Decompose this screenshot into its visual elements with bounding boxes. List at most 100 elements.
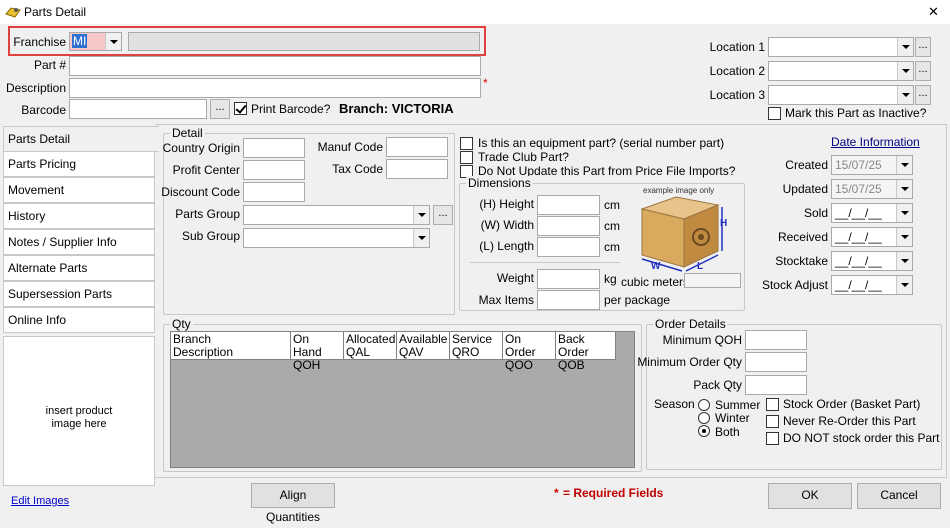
season-winter-label: Winter [715,411,750,425]
location3-browse-button[interactable]: ... [915,85,931,105]
col-available[interactable]: Available QAV [397,332,450,360]
barcode-browse-button[interactable]: ... [210,99,230,119]
nav-online-info[interactable]: Online Info [3,307,155,333]
franchise-select[interactable]: MI [69,32,122,51]
length-label: (L) Length [479,239,534,253]
stock-order-checkbox[interactable] [766,398,779,411]
manuf-code-label: Manuf Code [317,140,383,154]
franchise-label: Franchise [13,35,66,49]
location3-select[interactable] [768,85,914,105]
dimensions-separator [470,262,620,263]
nav-parts-pricing[interactable]: Parts Pricing [3,151,155,177]
nav-movement[interactable]: Movement [3,177,155,203]
close-icon[interactable]: ✕ [928,4,939,20]
required-fields-note: = Required Fields [563,486,664,500]
cancel-button[interactable]: Cancel [857,483,941,509]
height-input[interactable] [537,195,600,215]
nav-alternate-parts[interactable]: Alternate Parts [3,255,155,281]
product-image-area[interactable]: insert product image here [3,336,155,486]
weight-input[interactable] [537,269,600,289]
location1-browse-button[interactable]: ... [915,37,931,57]
barcode-label: Barcode [21,103,66,117]
sold-label: Sold [803,206,828,220]
print-barcode-checkbox[interactable] [234,102,247,115]
nav-supersession-parts[interactable]: Supersession Parts [3,281,155,307]
do-not-stock-label: DO NOT stock order this Part [783,431,940,445]
discount-code-label: Discount Code [161,185,240,199]
width-unit: cm [604,219,620,233]
tax-code-input[interactable] [386,159,448,179]
pack-qty-label: Pack Qty [693,378,742,392]
col-allocated[interactable]: Allocated QAL [344,332,397,360]
length-input[interactable] [537,237,600,257]
ok-button[interactable]: OK [768,483,852,509]
country-origin-input[interactable] [243,138,305,158]
cubic-meters-field [684,273,741,288]
qty-grid[interactable]: Branch Description On Hand QOH Allocated QA… [170,331,635,468]
location1-label: Location 1 [709,40,765,54]
nav-history[interactable]: History [3,203,155,229]
width-input[interactable] [537,216,600,236]
location1-select[interactable] [768,37,914,57]
season-both-radio[interactable] [698,425,710,437]
country-origin-label: Country Origin [162,141,240,155]
col-back-order[interactable]: Back Order QOB [556,332,616,372]
never-reorder-checkbox[interactable] [766,415,779,428]
parts-group-select[interactable] [243,205,430,225]
received-date[interactable]: __/__/__ [831,227,913,247]
min-order-qty-label: Minimum Order Qty [637,355,742,369]
equipment-checkbox[interactable] [460,137,473,150]
parts-group-browse-button[interactable]: ... [433,205,453,225]
edit-images-link[interactable]: Edit Images [11,495,69,507]
nav-parts-detail[interactable]: Parts Detail [3,126,159,152]
col-service[interactable]: Service QRO [450,332,503,360]
nav-notes-supplier[interactable]: Notes / Supplier Info [3,229,155,255]
inactive-label: Mark this Part as Inactive? [785,106,927,120]
profit-center-input[interactable] [243,160,305,180]
inactive-checkbox[interactable] [768,107,781,120]
window-title: Parts Detail [24,5,87,19]
max-items-input[interactable] [537,290,600,310]
barcode-input[interactable] [69,99,207,119]
trade-club-checkbox[interactable] [460,151,473,164]
max-items-label: Max Items [478,293,534,307]
updated-date: 15/07/25 [831,179,913,199]
branch-text: Branch: VICTORIA [339,101,454,116]
pack-qty-input[interactable] [745,375,807,395]
col-on-order[interactable]: On Order QOO [503,332,556,372]
do-not-stock-checkbox[interactable] [766,432,779,445]
stocktake-date[interactable]: __/__/__ [831,251,913,271]
sub-group-select[interactable] [243,228,430,248]
title-bar: Parts Detail ✕ [0,0,950,24]
stock-adjust-date[interactable]: __/__/__ [831,275,913,295]
image-placeholder-line2: image here [51,418,107,430]
col-branch-description[interactable]: Branch Description [171,332,291,360]
discount-code-input[interactable] [243,182,305,202]
box-w-label: W [651,261,661,272]
min-qoh-label: Minimum QOH [662,333,742,347]
season-summer-radio[interactable] [698,399,710,411]
min-qoh-input[interactable] [745,330,807,350]
description-input[interactable] [69,78,481,98]
length-unit: cm [604,240,620,254]
description-required-mark: * [483,76,488,90]
required-star: * [554,486,559,500]
weight-label: Weight [496,271,534,285]
align-quantities-button[interactable]: Align Quantities [251,483,335,524]
description-label: Description [5,81,66,95]
manuf-code-input[interactable] [386,137,448,157]
location2-select[interactable] [768,61,914,81]
col-on-hand[interactable]: On Hand QOH [291,332,344,372]
min-order-qty-input[interactable] [745,352,807,372]
part-number-input[interactable] [69,56,481,76]
created-label: Created [785,158,828,172]
created-date: 15/07/25 [831,155,913,175]
cubic-meters-label: cubic meters [621,275,690,289]
image-placeholder-line1: insert product [45,405,113,417]
franchise-name-field [128,32,480,51]
season-winter-radio[interactable] [698,412,710,424]
location2-browse-button[interactable]: ... [915,61,931,81]
height-label: (H) Height [479,197,534,211]
date-info-header: Date Information [831,135,920,149]
sold-date[interactable]: __/__/__ [831,203,913,223]
